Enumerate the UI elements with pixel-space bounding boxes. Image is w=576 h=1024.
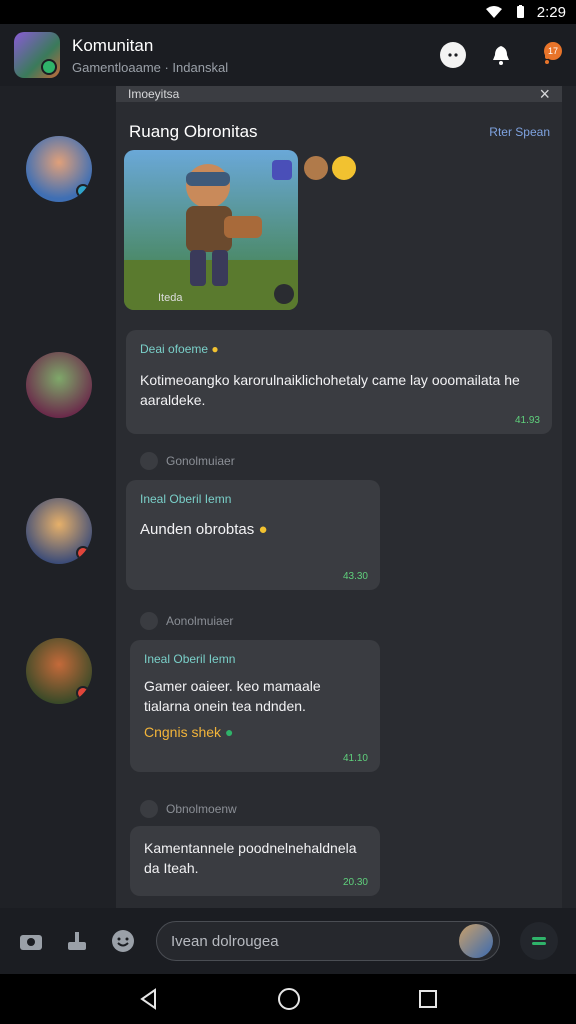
user-avatar[interactable] [459, 924, 493, 958]
bell-icon [493, 46, 509, 65]
member-avatar[interactable] [26, 638, 92, 704]
member-avatar[interactable] [26, 498, 92, 564]
system-icon [140, 612, 158, 630]
message-bubble[interactable]: Ineal Oberil Iemn Aunden obrobtas ● 43.3… [126, 480, 380, 590]
chat-area: Imoeyitsa × Ruang Obronitas Rter Spean I… [0, 85, 576, 908]
system-icon [140, 800, 158, 818]
message-sender: Ineal Oberil Iemn [144, 652, 236, 666]
online-badge [76, 184, 90, 198]
wifi-icon [485, 6, 502, 18]
status-bar: 2:29 [0, 0, 576, 24]
message-input[interactable]: Ivean dolrougea [156, 921, 500, 961]
header-title-block: Komunitan Gamentloaame · Indanskal [72, 36, 440, 75]
panel-header: Imoeyitsa × [116, 85, 562, 103]
status-time: 2:29 [536, 3, 566, 21]
camera-button[interactable] [18, 928, 44, 954]
member-avatar[interactable] [26, 352, 92, 418]
send-button[interactable] [520, 922, 558, 960]
header-title: Komunitan [72, 35, 154, 55]
message-text: Kotimeoangko karorulnaiklichohetaly came… [140, 372, 520, 408]
status-badge [76, 686, 90, 700]
bell-button[interactable] [488, 42, 514, 68]
highlight-text: Cngnis shek ● [144, 724, 234, 740]
notifications-button[interactable]: 17 [536, 42, 562, 68]
home-icon[interactable] [277, 987, 301, 1011]
message-text: Gamer oaieer. keo mamaale tialarna onein… [144, 678, 321, 714]
message-text: Aunden obrobtas ● [140, 521, 268, 538]
message-time: 41.93 [514, 415, 540, 426]
message-time: 20.30 [342, 877, 368, 888]
game-character-illustration [124, 150, 298, 310]
upload-icon [68, 932, 86, 950]
room-title-row: Ruang Obronitas Rter Spean [116, 102, 562, 142]
message-text: Kamentannele poodnelnehaldnela da Iteah. [144, 840, 357, 876]
message-bubble[interactable]: Ineal Oberil Iemn Gamer oaieer. keo mama… [130, 640, 380, 772]
send-icon [532, 937, 546, 945]
message-time: 41.10 [342, 753, 368, 764]
emoji-reaction-icon[interactable] [332, 156, 356, 180]
image-caption: Iteda [158, 292, 183, 304]
status-badge [76, 546, 90, 560]
room-title: Ruang Obronitas [129, 122, 258, 141]
notification-badge: 17 [544, 42, 562, 60]
panel-header-label: Imoeyitsa [128, 87, 180, 101]
app-header: Komunitan Gamentloaame · Indanskal 17 [0, 24, 576, 86]
system-icon [140, 452, 158, 470]
more-options-button[interactable] [440, 42, 466, 68]
system-note: Gonolmuiaer [140, 452, 235, 470]
close-icon[interactable]: × [539, 85, 550, 103]
camera-icon [20, 935, 42, 950]
emoji-button[interactable] [110, 928, 136, 954]
room-link[interactable]: Rter Spean [489, 125, 550, 139]
message-sender: Ineal Oberil Iemn [140, 492, 232, 506]
member-rail [0, 86, 116, 908]
message-time: 43.30 [342, 571, 368, 582]
message-composer: Ivean dolrougea [0, 908, 576, 974]
system-navbar [0, 974, 576, 1024]
header-actions: 17 [440, 42, 562, 68]
message-input-placeholder: Ivean dolrougea [171, 932, 279, 950]
reaction-avatar[interactable] [304, 156, 328, 180]
message-bubble[interactable]: Deai ofoeme ● Kotimeoangko karorulnaikli… [126, 330, 552, 434]
member-avatar[interactable] [26, 136, 92, 202]
header-subtitle: Gamentloaame · Indanskal [72, 59, 229, 75]
system-note: Aonolmuiaer [140, 612, 233, 630]
battery-icon [516, 5, 524, 18]
community-avatar[interactable] [14, 32, 60, 78]
back-icon[interactable] [138, 988, 160, 1010]
more-icon [448, 53, 458, 57]
reactions [304, 156, 356, 180]
upload-button[interactable] [64, 928, 90, 954]
message-bubble[interactable]: Kamentannele poodnelnehaldnela da Iteah.… [130, 826, 380, 896]
message-sender: Deai ofoeme ● [140, 342, 219, 356]
recents-icon[interactable] [418, 989, 438, 1009]
system-note: Obnolmoenw [140, 800, 237, 818]
shared-image[interactable]: Iteda [124, 150, 298, 310]
emoji-icon [112, 930, 134, 952]
